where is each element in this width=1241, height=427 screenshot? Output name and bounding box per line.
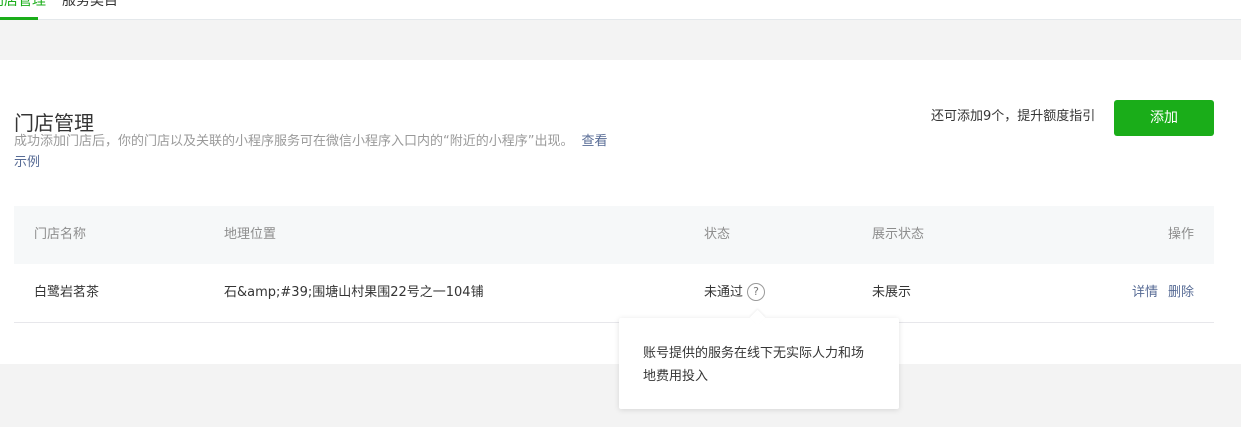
tooltip-text: 账号提供的服务在线下无实际人力和场地费用投入	[643, 346, 865, 384]
store-table: 门店名称 地理位置 状态 展示状态 操作 白鹭岩茗茶 石&amp;#39;围塘山…	[14, 206, 1214, 323]
column-header-display-status: 展示状态	[872, 227, 925, 242]
delete-link[interactable]: 删除	[1168, 285, 1194, 300]
details-link[interactable]: 详情	[1132, 285, 1158, 300]
column-header-status: 状态	[704, 227, 731, 242]
actions-cell: 详情 删除	[1132, 264, 1194, 322]
column-header-name: 门店名称	[34, 227, 87, 242]
column-header-actions: 操作	[1167, 227, 1194, 242]
display-status-cell: 未展示	[872, 285, 912, 300]
column-header-location: 地理位置	[224, 227, 277, 242]
tab-store-management[interactable]: 门店管理	[0, 0, 46, 11]
table-header: 门店名称 地理位置 状态 展示状态 操作	[14, 206, 1214, 264]
tab-service-category[interactable]: 服务类目	[62, 0, 118, 11]
table-row: 白鹭岩茗茶 石&amp;#39;围塘山村果围22号之一104铺 未通过? 未展示…	[14, 264, 1214, 323]
question-mark-icon[interactable]: ?	[747, 282, 766, 301]
status-reason-tooltip: 账号提供的服务在线下无实际人力和场地费用投入	[619, 309, 899, 409]
store-name-cell: 白鹭岩茗茶	[34, 285, 100, 300]
page-description: 成功添加门店后，你的门店以及关联的小程序服务可在微信小程序入口内的“附近的小程序…	[14, 131, 614, 173]
quota-guide-text[interactable]: 还可添加9个，提升额度指引	[931, 107, 1095, 127]
status-text: 未通过	[704, 285, 744, 300]
store-location-cell: 石&amp;#39;围塘山村果围22号之一104铺	[224, 285, 484, 300]
active-tab-indicator	[0, 17, 38, 20]
add-store-button[interactable]: 添加	[1114, 100, 1214, 136]
top-nav: 门店管理 服务类目	[0, 0, 1241, 20]
description-text: 成功添加门店后，你的门店以及关联的小程序服务可在微信小程序入口内的“附近的小程序…	[14, 134, 574, 149]
